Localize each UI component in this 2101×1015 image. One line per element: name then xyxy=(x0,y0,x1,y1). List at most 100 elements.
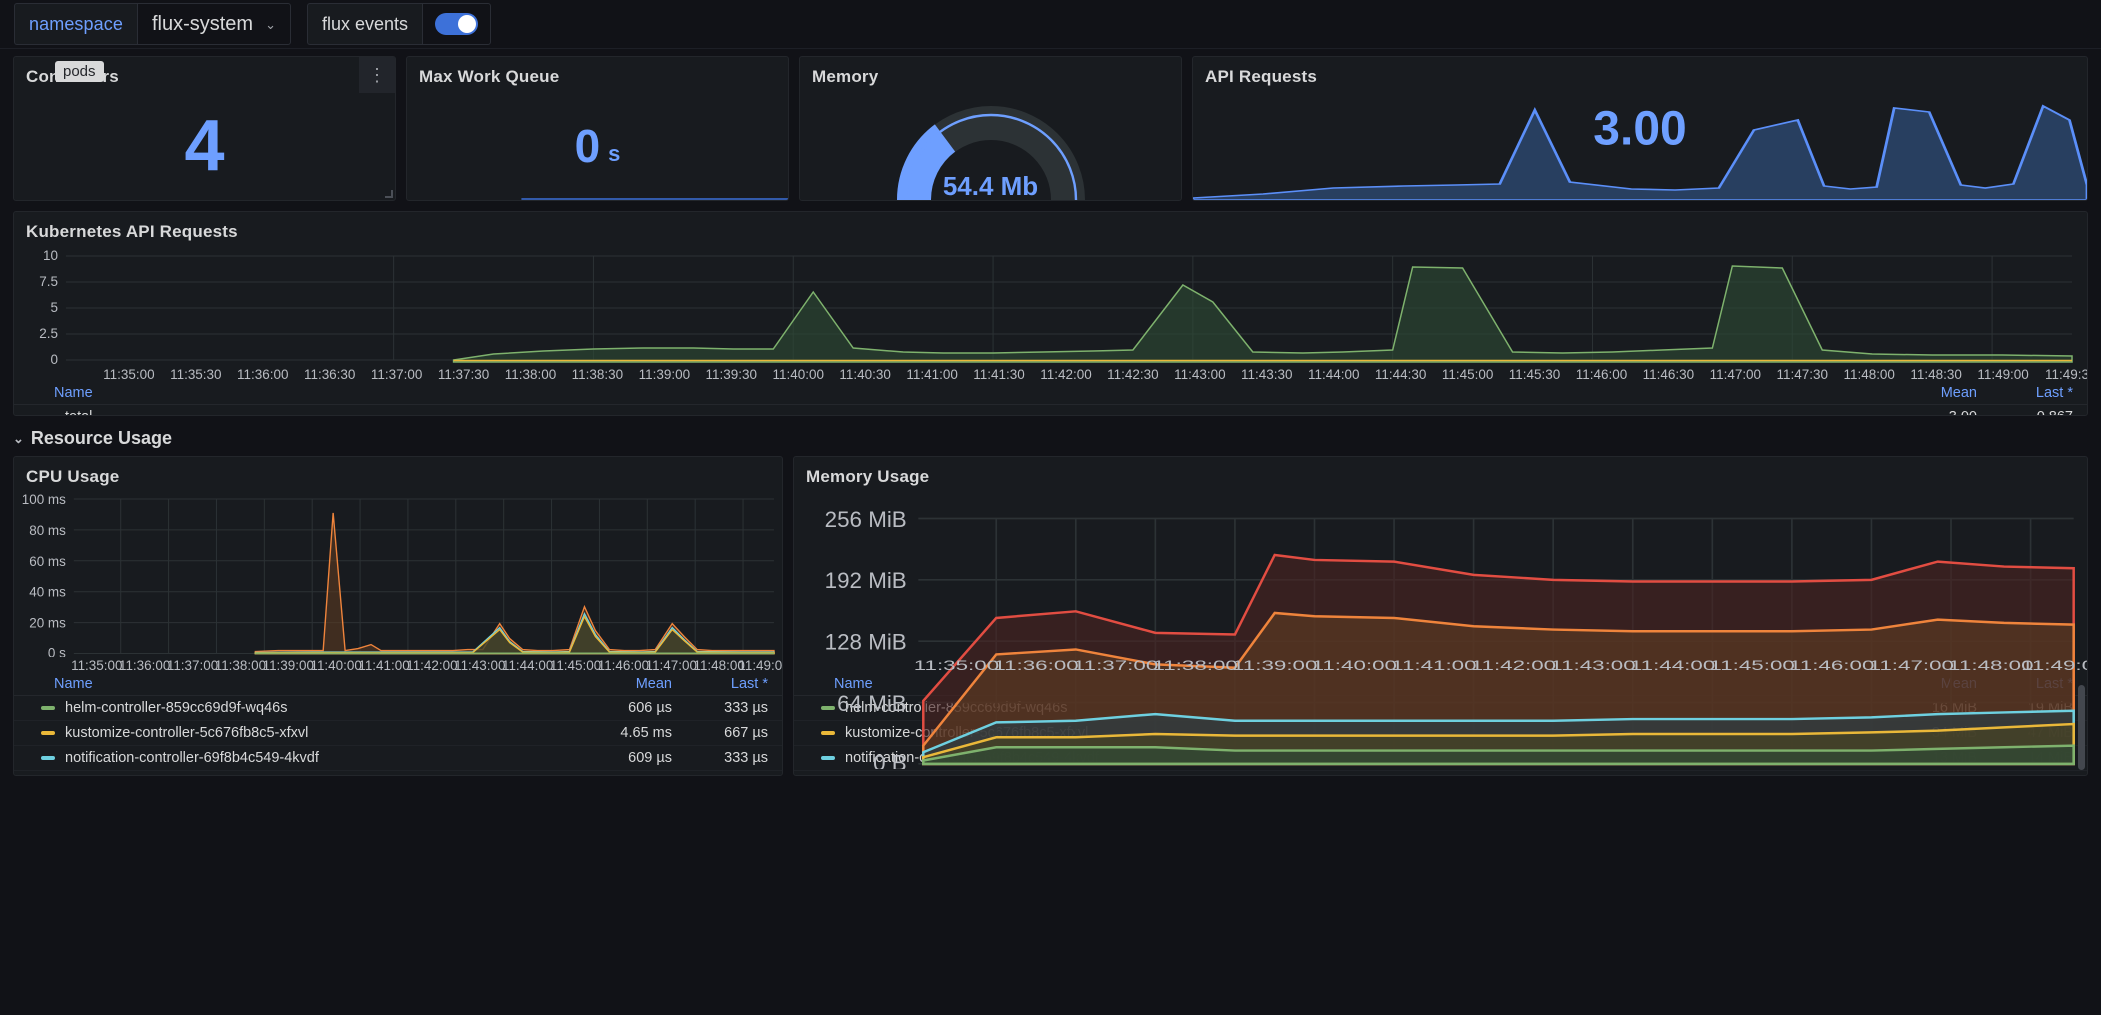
svg-text:0 B: 0 B xyxy=(873,750,907,768)
legend-header-mean[interactable]: Mean xyxy=(1867,385,1977,401)
legend-series-name: helm-controller-859cc69d9f-wq46s xyxy=(65,700,287,716)
memory-usage-xaxis: 11:35:00 11:36:00 11:37:00 11:38:00 11:3… xyxy=(794,657,2087,674)
svg-text:11:35:00: 11:35:00 xyxy=(103,367,154,382)
legend-row[interactable]: total 3.00 0.867 xyxy=(14,405,2087,416)
svg-text:11:45:30: 11:45:30 xyxy=(1509,367,1560,382)
memory-legend-scrollbar[interactable] xyxy=(2078,685,2085,770)
flux-events-toggle-wrap[interactable] xyxy=(422,3,491,45)
panel-api-requests[interactable]: API Requests 3.00 xyxy=(1192,56,2088,201)
svg-text:11:43:00: 11:43:00 xyxy=(454,658,505,673)
svg-text:11:46:00: 11:46:00 xyxy=(598,658,649,673)
svg-text:11:36:00: 11:36:00 xyxy=(119,658,170,673)
svg-text:11:41:00: 11:41:00 xyxy=(906,367,957,382)
flux-events-toggle[interactable] xyxy=(435,13,478,35)
svg-text:11:39:00: 11:39:00 xyxy=(263,658,314,673)
namespace-variable-label: namespace xyxy=(14,3,137,45)
svg-text:11:35:30: 11:35:30 xyxy=(170,367,221,382)
svg-text:11:44:30: 11:44:30 xyxy=(1375,367,1426,382)
svg-text:11:44:00: 11:44:00 xyxy=(1630,658,1715,673)
svg-text:11:46:00: 11:46:00 xyxy=(1576,367,1627,382)
legend-series-name: source-controller-794db8db7-8zggg xyxy=(65,775,295,776)
panel-controllers[interactable]: Controllers pods ⋮ 4 xyxy=(13,56,396,201)
svg-text:11:37:00: 11:37:00 xyxy=(371,367,422,382)
svg-text:11:38:00: 11:38:00 xyxy=(215,658,266,673)
svg-text:11:36:00: 11:36:00 xyxy=(237,367,288,382)
section-resource-usage[interactable]: ⌄ Resource Usage xyxy=(13,428,2101,449)
svg-text:11:37:00: 11:37:00 xyxy=(1073,658,1158,673)
svg-text:11:48:00: 11:48:00 xyxy=(1843,367,1894,382)
legend-header-mean[interactable]: Mean xyxy=(562,676,672,692)
legend-series-name-wrap[interactable]: total xyxy=(14,409,1867,416)
svg-text:11:45:00: 11:45:00 xyxy=(1442,367,1493,382)
svg-text:11:40:30: 11:40:30 xyxy=(839,367,890,382)
svg-text:11:48:00: 11:48:00 xyxy=(693,658,744,673)
series-color-swatch xyxy=(41,756,55,760)
legend-series-name-wrap[interactable]: helm-controller-859cc69d9f-wq46s xyxy=(14,700,562,716)
svg-text:80 ms: 80 ms xyxy=(29,523,66,538)
panel-cpu-usage[interactable]: CPU Usage xyxy=(13,456,783,776)
svg-text:11:38:00: 11:38:00 xyxy=(1152,658,1237,673)
max-work-queue-value: 0 xyxy=(575,123,601,169)
series-color-swatch xyxy=(41,706,55,710)
svg-text:20 ms: 20 ms xyxy=(29,616,66,631)
panel-memory-usage[interactable]: Memory Usage xyxy=(793,456,2088,776)
svg-text:60 ms: 60 ms xyxy=(29,554,66,569)
panel-max-work-queue[interactable]: Max Work Queue 0 s xyxy=(406,56,789,201)
legend-header-name[interactable]: Name xyxy=(14,676,562,692)
namespace-variable-select[interactable]: flux-system ⌄ xyxy=(137,3,291,45)
memory-usage-chart: 256 MiB 192 MiB 128 MiB 64 MiB 0 B xyxy=(794,487,2087,657)
svg-text:11:41:00: 11:41:00 xyxy=(358,658,409,673)
svg-text:11:40:00: 11:40:00 xyxy=(773,367,824,382)
flux-events-variable[interactable]: flux events xyxy=(307,3,491,45)
svg-text:11:49:00: 11:49:00 xyxy=(2021,658,2087,673)
panel-kubernetes-api-requests[interactable]: Kubernetes API Requests 10 xyxy=(13,211,2088,416)
legend-row[interactable]: notification-controller-69f8b4c549-4kvdf… xyxy=(14,746,782,771)
legend-row[interactable]: source-controller-794db8db7-8zggg 7.08 m… xyxy=(14,771,782,776)
svg-text:11:39:30: 11:39:30 xyxy=(706,367,757,382)
svg-text:11:41:30: 11:41:30 xyxy=(973,367,1024,382)
legend-header-name[interactable]: Name xyxy=(14,385,1867,401)
namespace-variable[interactable]: namespace flux-system ⌄ xyxy=(14,3,291,45)
panel-memory-usage-title: Memory Usage xyxy=(794,457,2087,487)
controllers-value: 4 xyxy=(184,110,224,182)
legend-series-name-wrap[interactable]: source-controller-794db8db7-8zggg xyxy=(794,775,1867,776)
svg-text:11:42:00: 11:42:00 xyxy=(1471,658,1556,673)
resource-usage-row: CPU Usage xyxy=(0,456,2101,776)
cpu-usage-chart: 100 ms 80 ms 60 ms 40 ms 20 ms 0 s xyxy=(14,487,782,657)
legend-header-last[interactable]: Last * xyxy=(1977,385,2087,401)
legend-row[interactable]: helm-controller-859cc69d9f-wq46s 606 µs … xyxy=(14,696,782,721)
svg-text:40 ms: 40 ms xyxy=(29,585,66,600)
svg-text:128 MiB: 128 MiB xyxy=(825,629,907,654)
controllers-stat: 4 xyxy=(14,87,395,201)
svg-text:11:44:00: 11:44:00 xyxy=(502,658,553,673)
legend-header-last[interactable]: Last * xyxy=(672,676,782,692)
panel-kubernetes-api-requests-title: Kubernetes API Requests xyxy=(14,212,2087,242)
panel-menu-icon[interactable]: ⋮ xyxy=(359,57,395,93)
series-color-swatch xyxy=(41,415,55,416)
panel-memory-title: Memory xyxy=(800,57,1181,87)
panel-max-work-queue-title: Max Work Queue xyxy=(407,57,788,87)
svg-text:0 s: 0 s xyxy=(48,646,66,657)
svg-text:11:39:00: 11:39:00 xyxy=(1232,658,1317,673)
legend-row[interactable]: kustomize-controller-5c676fb8c5-xfxvl 4.… xyxy=(14,721,782,746)
svg-text:192 MiB: 192 MiB xyxy=(825,568,907,593)
legend-series-last: 667 µs xyxy=(672,725,782,741)
panel-resize-handle[interactable] xyxy=(385,190,393,198)
legend-series-name-wrap[interactable]: source-controller-794db8db7-8zggg xyxy=(14,775,562,776)
svg-text:11:47:00: 11:47:00 xyxy=(1869,658,1954,673)
legend-row[interactable]: source-controller-794db8db7-8zggg 72 MiB… xyxy=(794,771,2087,776)
svg-text:11:40:00: 11:40:00 xyxy=(310,658,361,673)
legend-series-name-wrap[interactable]: notification-controller-69f8b4c549-4kvdf xyxy=(14,750,562,766)
svg-text:11:37:30: 11:37:30 xyxy=(438,367,489,382)
legend-series-name-wrap[interactable]: kustomize-controller-5c676fb8c5-xfxvl xyxy=(14,725,562,741)
panel-memory[interactable]: Memory 54.4 Mb xyxy=(799,56,1182,201)
legend-series-mean: 4.65 ms xyxy=(562,725,672,741)
pods-tooltip: pods xyxy=(55,61,104,82)
svg-text:11:35:00: 11:35:00 xyxy=(71,658,122,673)
stat-panel-row: Controllers pods ⋮ 4 Max Work Queue 0 s … xyxy=(0,56,2101,201)
max-work-queue-stat: 0 s xyxy=(407,87,788,201)
svg-text:5: 5 xyxy=(50,300,57,315)
svg-text:11:47:30: 11:47:30 xyxy=(1777,367,1828,382)
legend-series-name: source-controller-794db8db7-8zggg xyxy=(845,775,1075,776)
max-work-queue-sparkline xyxy=(407,194,788,200)
